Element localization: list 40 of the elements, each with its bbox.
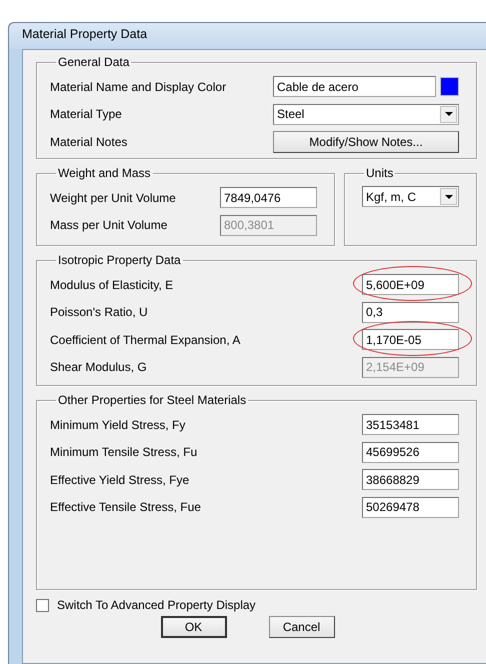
number-field: 2,154E+09	[362, 356, 459, 378]
field-label: Minimum Tensile Stress, Fu	[50, 445, 198, 460]
group-title: Isotropic Property Data	[57, 253, 182, 267]
caret-icon	[444, 194, 452, 198]
notes-button[interactable]: Modify/Show Notes...	[273, 130, 459, 153]
field-label: Material Name and Display Color	[50, 80, 226, 94]
field-label: Material Notes	[50, 134, 128, 149]
field-label: Shear Modulus, G	[50, 360, 147, 374]
number-field[interactable]: 5,600E+09	[362, 274, 459, 296]
number-field[interactable]: 35153481	[362, 414, 459, 436]
dropdown[interactable]: Steel	[273, 104, 459, 125]
checkbox[interactable]	[36, 598, 49, 612]
field-label: Effective Yield Stress, Fye	[50, 472, 190, 487]
color-swatch[interactable]	[440, 77, 459, 96]
number-field[interactable]: 50269478	[362, 496, 459, 518]
number-field: 800,3801	[220, 214, 317, 236]
group-title: Other Properties for Steel Materials	[57, 393, 248, 407]
number-field[interactable]: 45699526	[362, 442, 459, 463]
group-title: Weight and Mass	[57, 166, 152, 180]
field-label: Mass per Unit Volume	[50, 218, 168, 232]
number-field[interactable]: 38668829	[362, 469, 459, 490]
number-field[interactable]: 0,3	[362, 302, 459, 323]
group-title: Units	[365, 166, 394, 180]
field-label: Material Type	[50, 107, 122, 122]
field-label: Poisson's Ratio, U	[50, 305, 148, 320]
field-label: Effective Tensile Stress, Fue	[50, 500, 201, 514]
group-title: General Data	[57, 55, 130, 69]
field-label: Minimum Yield Stress, Fy	[50, 418, 186, 432]
cancel-button[interactable]: Cancel	[268, 616, 334, 638]
units-dropdown[interactable]: Kgf, m, C	[362, 186, 459, 207]
field-label: Weight per Unit Volume	[50, 190, 176, 205]
text-field[interactable]: Cable de acero	[273, 76, 436, 98]
window-title: Material Property Data	[22, 27, 148, 41]
number-field[interactable]: 7849,0476	[220, 187, 317, 208]
field-label: Modulus of Elasticity, E	[50, 278, 174, 292]
field-label: Coefficient of Thermal Expansion, A	[50, 332, 240, 347]
number-field[interactable]: 1,170E-05	[362, 329, 459, 350]
ok-button[interactable]: OK	[160, 616, 226, 638]
caret-icon	[444, 112, 452, 116]
checkbox-label[interactable]: Switch To Advanced Property Display	[57, 598, 256, 612]
